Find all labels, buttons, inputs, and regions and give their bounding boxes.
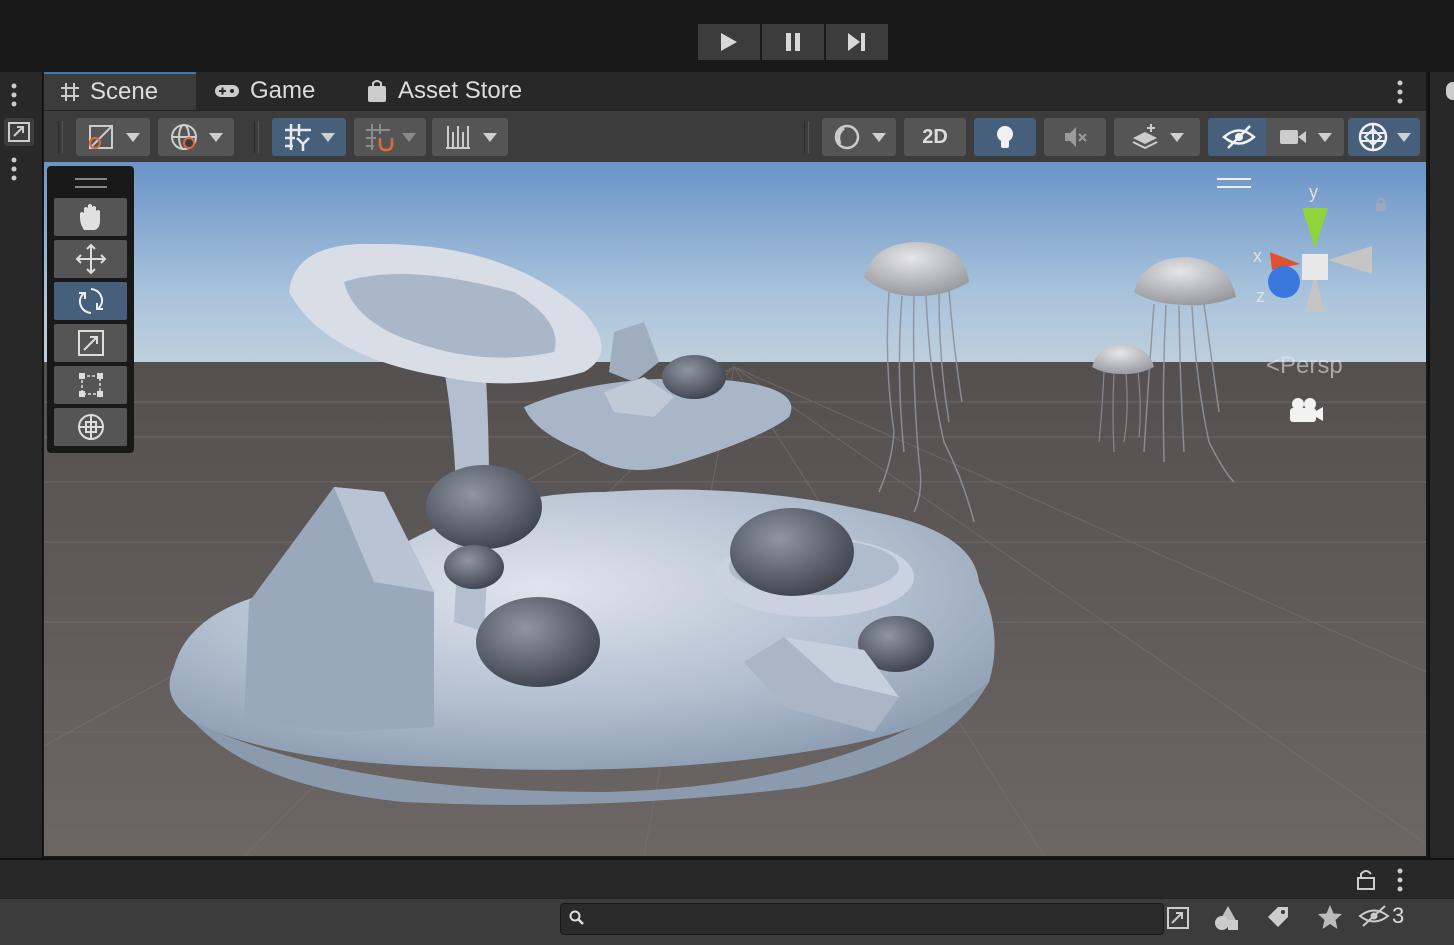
shapes-icon	[1215, 906, 1238, 930]
gizmo-lock-icon[interactable]	[1374, 196, 1388, 211]
shading-mode-dropdown[interactable]	[822, 118, 896, 156]
maximize-button[interactable]	[4, 118, 34, 146]
eye-slash-icon	[1222, 125, 1256, 149]
rotate-icon	[78, 288, 103, 314]
tab-game[interactable]: Game	[214, 72, 315, 110]
right-panel-strip	[1428, 72, 1454, 858]
shaded-draw-icon	[89, 125, 113, 149]
ruler-icon	[446, 126, 470, 149]
scale-tool-button[interactable]	[54, 324, 127, 362]
rect-tool-icon	[78, 373, 103, 397]
hand-tool-button[interactable]	[54, 198, 127, 236]
favorites-button[interactable]	[1316, 903, 1344, 936]
tab-asset-store[interactable]: Asset Store	[366, 72, 522, 110]
more-options-icon[interactable]	[1394, 868, 1406, 897]
projection-toggle[interactable]: <Persp	[1266, 352, 1343, 380]
search-icon	[569, 910, 585, 931]
axis-gizmo-icon	[1268, 208, 1372, 312]
lighting-toggle-button[interactable]	[974, 118, 1036, 156]
transform-tool-button[interactable]	[54, 408, 127, 446]
audio-toggle-button[interactable]	[1044, 118, 1106, 156]
gamepad-icon	[214, 82, 240, 100]
projection-label: Persp	[1280, 352, 1343, 379]
bottom-panel-header	[0, 858, 1454, 900]
tab-bar: Scene Game Asset Store	[44, 72, 1426, 110]
transform-icon	[77, 414, 104, 440]
grid-visibility-dropdown[interactable]	[272, 118, 346, 156]
tag-icon	[1268, 907, 1288, 927]
lightbulb-icon	[997, 126, 1013, 148]
gizmos-dropdown[interactable]	[1348, 118, 1420, 156]
filter-by-label-button[interactable]	[1264, 903, 1292, 936]
more-options-icon[interactable]	[8, 82, 20, 113]
muted-speaker-icon	[1065, 127, 1087, 147]
scene-viewport[interactable]: y x z <Persp	[44, 162, 1426, 856]
move-tool-button[interactable]	[54, 240, 127, 278]
more-options-icon[interactable]	[8, 156, 20, 187]
play-icon	[721, 33, 737, 51]
global-local-dropdown[interactable]	[158, 118, 234, 156]
sphere-shading-icon	[834, 124, 860, 150]
move-icon	[75, 243, 106, 275]
hidden-count: 3	[1392, 903, 1405, 928]
scene-toolbar: 2D	[44, 110, 1426, 163]
gizmo-axis-x-label: x	[1253, 246, 1262, 266]
rect-tool-button[interactable]	[54, 366, 127, 404]
left-panel-strip	[0, 72, 43, 858]
tab-label: Game	[250, 77, 316, 104]
grid-y-icon	[285, 124, 311, 151]
step-icon	[848, 33, 865, 51]
layers-sparkle-icon	[1132, 124, 1158, 150]
popout-icon	[1167, 907, 1189, 929]
orientation-gizmo[interactable]: y x z	[1250, 182, 1380, 332]
gizmo-axis-z-label: z	[1256, 286, 1265, 306]
play-bar	[0, 0, 1454, 72]
tab-label: Scene	[90, 78, 159, 105]
snap-grid-icon	[366, 124, 394, 152]
eye-slash-icon	[1358, 905, 1390, 927]
globe-icon	[171, 124, 197, 150]
search-mode-button[interactable]	[1162, 903, 1196, 933]
overlay-drag-handle[interactable]	[1217, 178, 1251, 188]
filter-by-type-button[interactable]	[1212, 902, 1242, 939]
chevron-left-icon: <	[1266, 352, 1281, 379]
camera-settings-dropdown[interactable]	[1266, 118, 1344, 156]
pause-icon	[786, 33, 800, 51]
gizmo-globe-icon	[1358, 122, 1388, 152]
camera-icon[interactable]	[1286, 396, 1324, 429]
increment-snapping-dropdown[interactable]	[432, 118, 508, 156]
scene-render[interactable]	[44, 162, 1426, 856]
hand-icon	[79, 204, 100, 230]
more-options-icon[interactable]	[1394, 80, 1406, 109]
step-button[interactable]	[826, 24, 888, 60]
draw-mode-dropdown[interactable]	[76, 118, 150, 156]
tool-palette	[47, 166, 134, 453]
grid-hash-icon	[60, 82, 80, 102]
pause-button[interactable]	[762, 24, 824, 60]
panel-edge-icon	[1446, 82, 1454, 100]
tab-label: Asset Store	[398, 77, 523, 104]
search-input[interactable]	[560, 903, 1164, 935]
gizmo-axis-y-label: y	[1309, 182, 1318, 202]
hidden-packages-toggle[interactable]: 3	[1358, 903, 1404, 929]
tab-scene[interactable]: Scene	[44, 72, 196, 110]
play-button[interactable]	[698, 24, 760, 60]
video-camera-icon	[1280, 130, 1306, 144]
star-icon	[1318, 905, 1342, 929]
toggle-2d-button[interactable]: 2D	[904, 118, 966, 156]
rotate-tool-button[interactable]	[54, 282, 127, 320]
shopping-bag-icon	[366, 79, 388, 103]
scale-icon	[77, 330, 104, 356]
popout-icon	[8, 122, 30, 142]
scene-visibility-toggle[interactable]	[1208, 118, 1270, 156]
grid-snapping-dropdown[interactable]	[354, 118, 426, 156]
lock-icon[interactable]	[1356, 868, 1376, 895]
effects-dropdown[interactable]	[1114, 118, 1200, 156]
palette-drag-handle[interactable]	[75, 178, 107, 188]
